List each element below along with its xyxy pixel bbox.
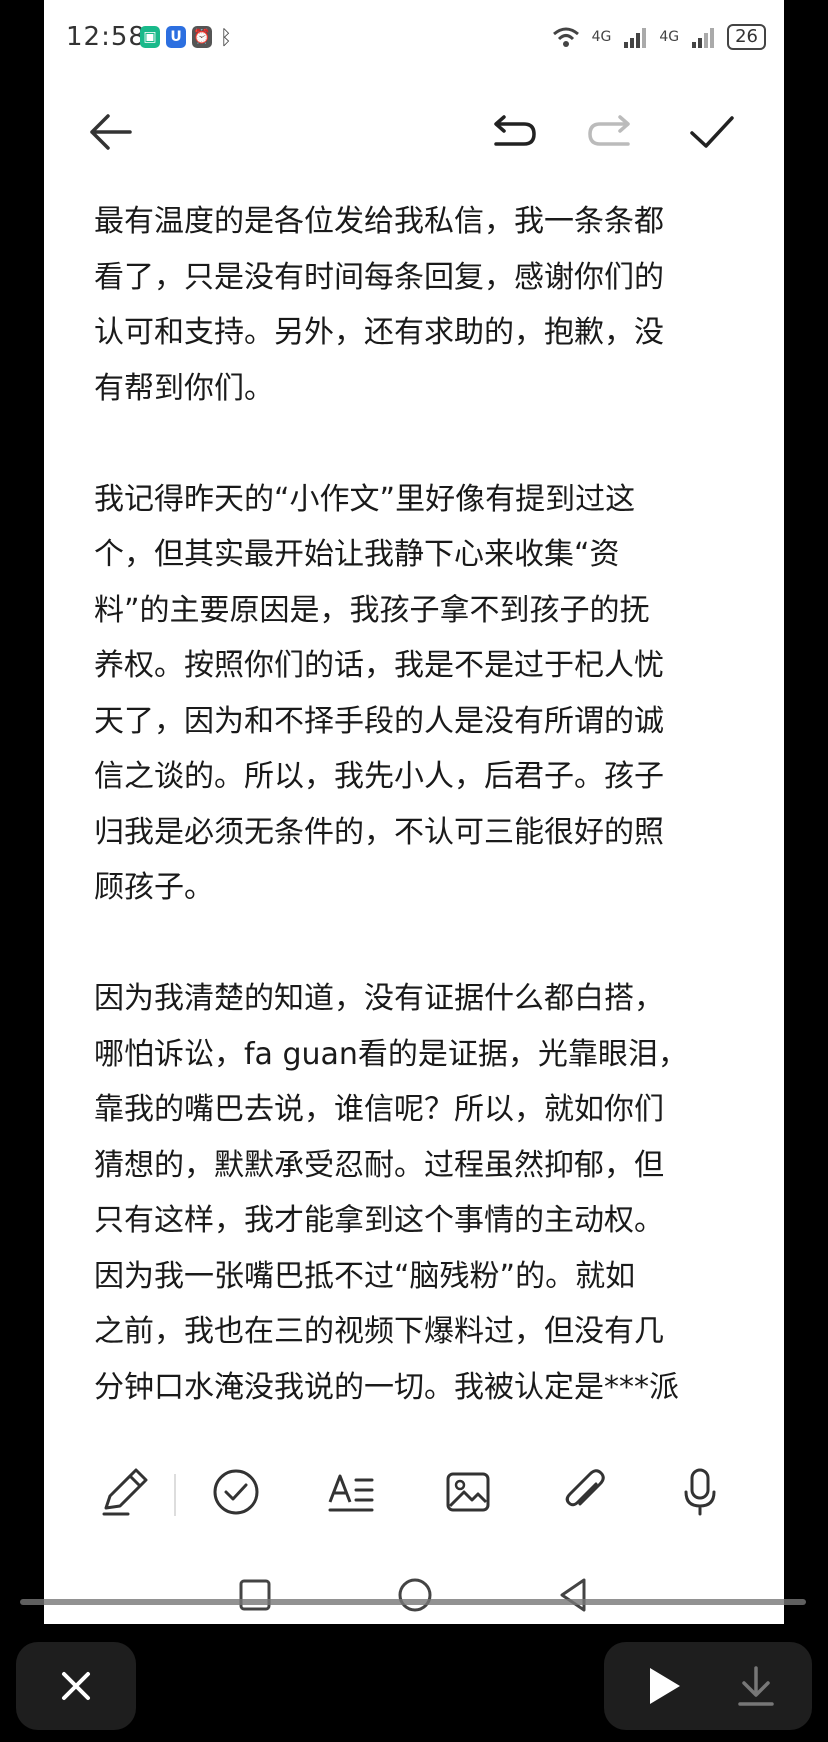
- arrow-left-icon: [90, 114, 132, 150]
- app-notification-icon: U: [166, 26, 186, 48]
- home-icon: [398, 1578, 432, 1612]
- recent-apps-icon: [239, 1579, 271, 1611]
- app-notification-icon: ▣: [140, 26, 160, 48]
- undo-button[interactable]: [484, 106, 540, 158]
- image-icon: [446, 1472, 490, 1512]
- recent-apps-button[interactable]: [230, 1570, 280, 1620]
- phone-screen: 12:58 ▣ U ⏰ ᛒ 4G 4G 26 最有温度的是各位发给我私信，我一条…: [44, 0, 784, 1624]
- checklist-icon: [213, 1469, 259, 1515]
- note-paragraph: 因为我清楚的知道，没有证据什么都白搭， 哪怕诉讼，fa guan看的是证据，光靠…: [94, 981, 688, 1405]
- network-label: 4G: [591, 29, 612, 45]
- microphone-icon: [684, 1468, 716, 1516]
- checklist-button[interactable]: [204, 1460, 268, 1524]
- alarm-icon: ⏰: [192, 26, 212, 48]
- pen-icon: [102, 1468, 148, 1516]
- undo-icon: [494, 115, 536, 146]
- back-button[interactable]: [84, 106, 140, 158]
- voice-input-button[interactable]: [668, 1460, 732, 1524]
- home-button[interactable]: [390, 1570, 440, 1620]
- attachment-button[interactable]: [552, 1460, 616, 1524]
- back-triangle-icon: [560, 1578, 586, 1612]
- note-paragraph: 最有温度的是各位发给我私信，我一条条都 看了，只是没有时间每条回复，感谢你们的 …: [94, 204, 664, 406]
- redo-button[interactable]: [584, 106, 640, 158]
- toolbar-divider: [174, 1474, 176, 1516]
- text-format-button[interactable]: [320, 1460, 384, 1524]
- checkmark-icon: [690, 116, 734, 148]
- player-controls: [604, 1642, 812, 1730]
- confirm-button[interactable]: [684, 106, 740, 158]
- signal-icon: [692, 28, 715, 48]
- signal-icon: [624, 28, 647, 48]
- note-body[interactable]: 最有温度的是各位发给我私信，我一条条都 看了，只是没有时间每条回复，感谢你们的 …: [94, 194, 774, 1409]
- close-button[interactable]: [16, 1642, 136, 1730]
- wifi-icon: [552, 27, 579, 47]
- text-format-icon: [328, 1474, 374, 1512]
- nav-back-button[interactable]: [550, 1570, 600, 1620]
- handwriting-button[interactable]: [94, 1460, 158, 1524]
- close-icon: [62, 1672, 90, 1700]
- play-button[interactable]: [634, 1656, 694, 1716]
- battery-indicator: 26: [727, 24, 766, 50]
- editor-toolbar: [44, 1452, 784, 1532]
- system-nav-bar: [44, 1560, 784, 1620]
- redo-icon: [588, 115, 630, 146]
- status-right: 4G 4G 26: [552, 24, 766, 50]
- attachment-icon: [565, 1469, 605, 1507]
- insert-image-button[interactable]: [436, 1460, 500, 1524]
- video-progress-bar[interactable]: [20, 1599, 806, 1605]
- download-icon: [738, 1666, 774, 1706]
- editor-top-bar: [44, 100, 784, 164]
- status-bar: 12:58 ▣ U ⏰ ᛒ 4G 4G 26: [44, 0, 784, 80]
- status-time: 12:58: [66, 22, 146, 52]
- network-label: 4G: [659, 29, 680, 45]
- download-button[interactable]: [726, 1656, 786, 1716]
- play-icon: [650, 1668, 680, 1704]
- note-paragraph: 我记得昨天的“小作文”里好像有提到过这 个，但其实最开始让我静下心来收集“资 料…: [94, 481, 664, 906]
- bluetooth-icon: ᛒ: [220, 25, 232, 49]
